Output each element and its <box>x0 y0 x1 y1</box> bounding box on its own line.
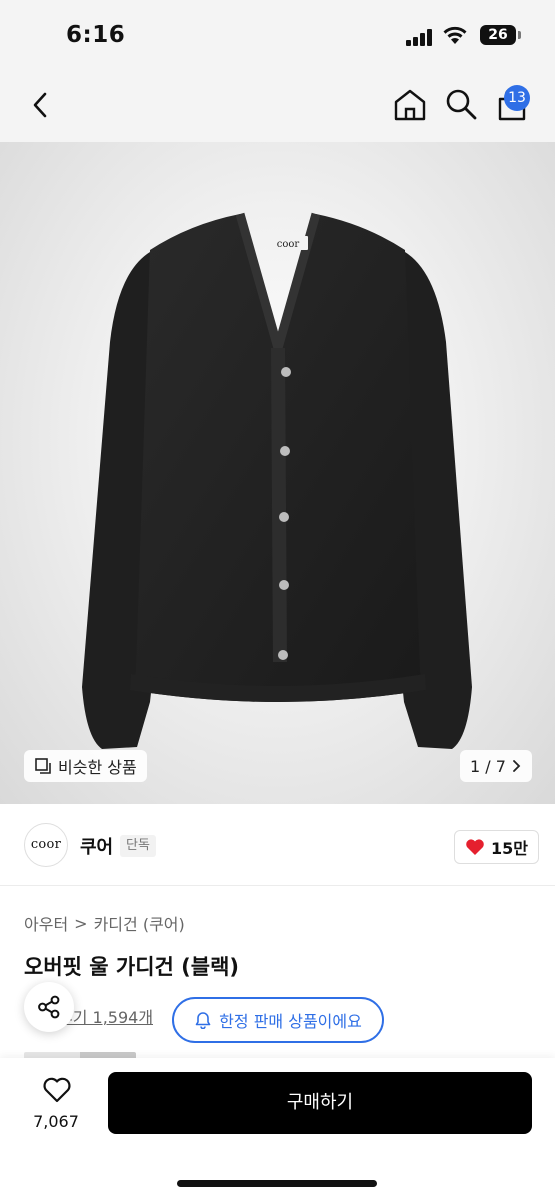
brand-row: coor 쿠어 단독 15만 <box>0 806 555 886</box>
heart-outline-icon <box>43 1077 71 1103</box>
status-bar: 6:16 26 <box>0 0 555 70</box>
signal-icon <box>406 29 434 46</box>
image-pager[interactable]: 1 / 7 <box>460 750 532 782</box>
battery-indicator: 26 <box>480 25 516 45</box>
black-cardigan-image: coor <box>82 212 472 749</box>
breadcrumb-subcategory[interactable]: 카디건 (쿠어) <box>94 911 185 935</box>
similar-products-label: 비슷한 상품 <box>58 758 137 777</box>
product-title: 오버핏 울 가디건 (블랙) <box>24 955 240 979</box>
exclusive-badge: 단독 <box>120 835 156 857</box>
share-button[interactable] <box>24 982 74 1032</box>
garment-tag-text: coor <box>277 239 300 250</box>
chevron-left-icon[interactable] <box>28 90 54 120</box>
top-nav-bar: 13 <box>0 70 555 142</box>
bell-icon <box>195 1012 211 1029</box>
brand-like-count: 15만 <box>491 839 528 858</box>
home-indicator <box>177 1180 377 1187</box>
limited-sale-chip[interactable]: 한정 판매 상품이에요 <box>172 997 384 1043</box>
wishlist-button[interactable]: 7,067 <box>28 1074 84 1138</box>
similar-products-button[interactable]: 비슷한 상품 <box>24 750 147 782</box>
home-icon[interactable] <box>392 87 428 123</box>
share-icon <box>38 995 60 1019</box>
similar-icon <box>35 758 51 774</box>
buy-button[interactable]: 구매하기 <box>108 1072 532 1134</box>
breadcrumb: 아우터 > 카디건 (쿠어) <box>24 911 185 935</box>
wifi-icon <box>443 26 467 44</box>
chevron-right-icon <box>513 760 521 772</box>
breadcrumb-separator: > <box>74 913 88 933</box>
breadcrumb-category[interactable]: 아우터 <box>24 911 68 935</box>
brand-name[interactable]: 쿠어 <box>80 833 113 859</box>
status-time: 6:16 <box>66 22 126 48</box>
cart-count-badge: 13 <box>504 85 530 111</box>
wishlist-count: 7,067 <box>33 1112 79 1131</box>
limited-sale-label: 한정 판매 상품이에요 <box>219 1012 362 1031</box>
bottom-purchase-bar: 7,067 구매하기 <box>0 1058 555 1200</box>
brand-logo[interactable]: coor <box>24 823 68 867</box>
product-image-gallery[interactable]: coor 비슷한 상품 1 / 7 <box>0 142 555 804</box>
brand-like-button[interactable]: 15만 <box>454 830 539 864</box>
image-pager-label: 1 / 7 <box>470 756 506 776</box>
battery-cap <box>518 31 521 39</box>
heart-icon <box>466 839 484 855</box>
search-icon[interactable] <box>444 87 478 121</box>
